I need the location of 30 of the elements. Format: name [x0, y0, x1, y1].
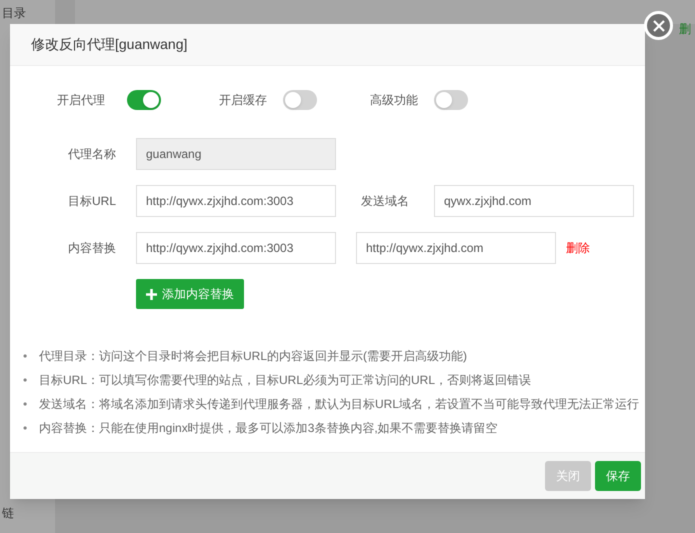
note-item: 发送域名：将域名添加到请求头传递到代理服务器，默认为目标URL域名，若设置不当可能导致代理无法正常运行	[39, 396, 640, 413]
dialog-title: 修改反向代理[guanwang]	[31, 35, 188, 54]
url-field[interactable]: http://qywx.zjxjhd.com:3003	[136, 185, 336, 217]
field-label: 目标URL	[66, 193, 116, 210]
plus-icon	[146, 288, 157, 300]
save-button[interactable]: 保存	[595, 461, 641, 491]
domain-field[interactable]: qywx.zjxjhd.com	[434, 185, 634, 217]
close-icon	[652, 20, 664, 32]
bullet-icon: •	[23, 371, 39, 389]
field-label: 代理名称	[67, 146, 116, 163]
toggle-label: 开启代理	[57, 92, 105, 109]
sidebar-item[interactable]: 链	[2, 504, 14, 522]
toggle-label: 开启缓存	[219, 92, 267, 109]
delete-link[interactable]: 删除	[566, 239, 590, 257]
toggle-switch[interactable]	[283, 90, 317, 110]
sidebar-item[interactable]: 目录	[2, 4, 26, 22]
bullet-icon: •	[23, 347, 39, 365]
add-replace-button[interactable]: 添加内容替换	[136, 279, 244, 309]
toggle-switch[interactable]	[127, 90, 161, 110]
note-item: 目标URL：可以填写你需要代理的站点，目标URL必须为可正常访问的URL，否则将返回错误	[39, 372, 532, 389]
toggle-switch[interactable]	[434, 90, 468, 110]
note-item: 代理目录：访问这个目录时将会把目标URL的内容返回并显示(需要开启高级功能)	[39, 348, 467, 365]
toggle-label: 高级功能	[370, 92, 418, 109]
bullet-icon: •	[23, 395, 39, 413]
field-label: 发送域名	[361, 193, 409, 210]
replace-to-field[interactable]: http://qywx.zjxjhd.com	[356, 232, 556, 264]
field-label: 内容替换	[67, 240, 116, 257]
replace-from-field[interactable]: http://qywx.zjxjhd.com:3003	[136, 232, 336, 264]
note-item: 内容替换：只能在使用nginx时提供，最多可以添加3条替换内容,如果不需要替换请留空	[39, 420, 498, 437]
bullet-icon: •	[23, 419, 39, 437]
